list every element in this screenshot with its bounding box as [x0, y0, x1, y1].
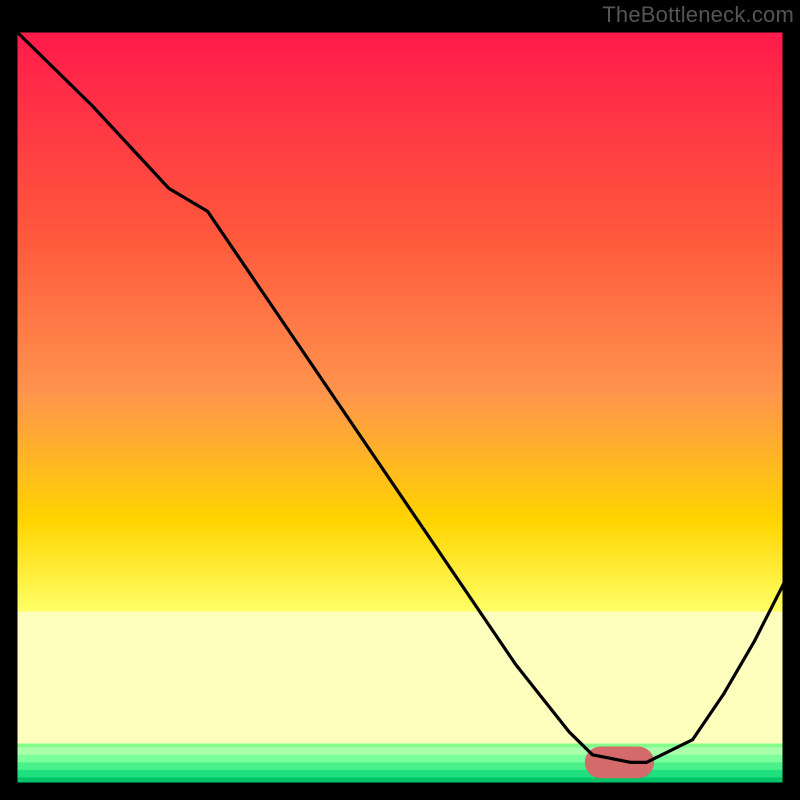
chart-canvas [0, 0, 800, 800]
green-band-slice [15, 770, 785, 778]
watermark-text: TheBottleneck.com [602, 2, 794, 28]
bottleneck-chart: TheBottleneck.com [0, 0, 800, 800]
green-band-slice [15, 762, 785, 770]
chart-background [15, 30, 785, 785]
green-band-slice [15, 755, 785, 763]
